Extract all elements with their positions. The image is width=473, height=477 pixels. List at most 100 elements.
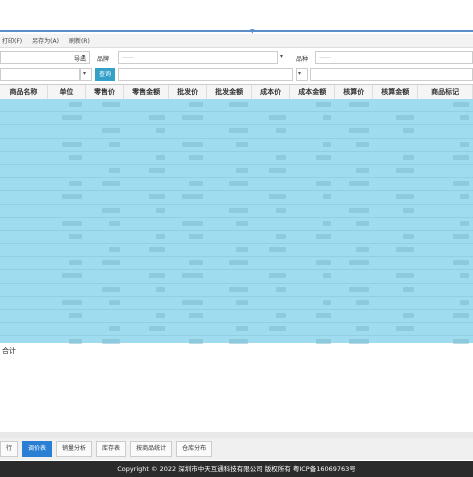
blurred-cell	[460, 273, 469, 279]
table-row[interactable]	[0, 165, 473, 179]
blurred-cell	[189, 313, 203, 318]
col-header[interactable]: 商品标记	[418, 85, 473, 99]
blurred-cell	[62, 220, 82, 226]
table-body	[0, 99, 473, 363]
chevron-down-icon-2[interactable]: ▾	[83, 70, 86, 77]
table-row[interactable]	[0, 284, 473, 297]
table-row[interactable]	[0, 139, 473, 152]
blurred-cell	[403, 154, 414, 160]
tab-warehouse[interactable]: 仓库分布	[176, 441, 213, 457]
blurred-cell	[229, 260, 248, 266]
blurred-cell	[323, 141, 331, 147]
table-row[interactable]	[0, 99, 473, 113]
total-row: 合计	[0, 344, 473, 359]
col-header[interactable]: 单位	[48, 85, 86, 99]
brand-input[interactable]: ——	[118, 51, 278, 64]
blurred-cell	[349, 128, 369, 134]
tab-sales[interactable]: 销量分析	[56, 441, 93, 457]
origin-label: 品种	[296, 56, 309, 63]
table-row[interactable]	[0, 257, 473, 271]
blurred-cell	[323, 220, 331, 226]
chevron-down-icon-3[interactable]: ▾	[298, 70, 301, 77]
origin-input[interactable]: ——	[315, 51, 473, 64]
blurred-cell	[189, 154, 203, 160]
table-row[interactable]	[0, 244, 473, 258]
tab-price-adjust[interactable]: 调价表	[22, 441, 53, 457]
blurred-cell	[349, 102, 369, 107]
blurred-cell	[182, 299, 203, 305]
save-as-button[interactable]: 另存为(A)	[32, 36, 59, 45]
tab-stock[interactable]: 库存表	[96, 441, 127, 457]
table-row[interactable]	[0, 205, 473, 218]
blurred-cell	[349, 260, 369, 266]
blurred-cell	[109, 220, 120, 226]
blurred-cell	[149, 326, 165, 332]
blurred-cell	[396, 326, 414, 332]
table-row[interactable]	[0, 323, 473, 337]
blurred-cell	[453, 233, 469, 239]
brand-dropdown-icon[interactable]: ▾	[280, 53, 283, 60]
blurred-cell	[269, 115, 286, 121]
blurred-cell	[349, 286, 369, 292]
blurred-cell	[396, 247, 414, 253]
blurred-cell	[276, 154, 286, 160]
table-row[interactable]	[0, 270, 473, 284]
blurred-cell	[69, 260, 82, 266]
tab-0[interactable]: 行	[0, 441, 19, 457]
table-row[interactable]	[0, 297, 473, 310]
table-row[interactable]	[0, 112, 473, 126]
blurred-cell	[156, 286, 165, 292]
filter-input-2[interactable]	[0, 68, 80, 81]
blurred-cell	[323, 299, 331, 305]
filter-input-3[interactable]	[118, 68, 293, 81]
blurred-cell	[182, 194, 203, 200]
filter-row-2: ▾ ▾	[0, 67, 473, 83]
table-row[interactable]	[0, 310, 473, 324]
blurred-cell	[453, 313, 469, 318]
refresh-button[interactable]: 刷新(R)	[69, 36, 90, 45]
col-header[interactable]: 核算金额	[373, 85, 419, 99]
blurred-cell	[403, 207, 414, 213]
col-header[interactable]: 商品名称	[0, 85, 48, 99]
filter-input-4[interactable]	[310, 68, 473, 81]
blurred-cell	[276, 233, 286, 239]
print-button[interactable]: 打印(F)	[2, 36, 22, 45]
col-header[interactable]: 批发金额	[207, 85, 253, 99]
blurred-cell	[403, 286, 414, 292]
col-header[interactable]: 零售价	[86, 85, 125, 99]
blurred-cell	[269, 247, 286, 253]
blurred-cell	[189, 233, 203, 239]
col-header[interactable]: 批发价	[169, 85, 208, 99]
blurred-cell	[236, 220, 248, 226]
table-row[interactable]	[0, 178, 473, 192]
blurred-cell	[236, 299, 248, 305]
query-button[interactable]: 查询	[95, 68, 115, 81]
table-row[interactable]	[0, 152, 473, 165]
blurred-cell	[269, 273, 286, 279]
blurred-cell	[269, 194, 286, 200]
total-label: 合计	[2, 347, 16, 355]
blurred-cell	[323, 273, 331, 279]
blurred-cell	[396, 194, 414, 200]
blurred-cell	[109, 247, 120, 253]
blurred-cell	[316, 233, 331, 239]
col-header[interactable]: 成本金额	[290, 85, 336, 99]
blurred-cell	[62, 194, 82, 200]
blurred-cell	[323, 115, 331, 121]
toolbar: 打印(F) 另存为(A) 刷新(R)	[0, 34, 473, 48]
col-header[interactable]: 核算价	[335, 85, 374, 99]
blurred-cell	[109, 141, 120, 147]
blurred-cell	[109, 299, 120, 305]
table-row[interactable]	[0, 218, 473, 231]
tab-by-product[interactable]: 按商品统计	[130, 441, 173, 457]
blurred-cell	[229, 207, 248, 213]
col-header[interactable]: 成本价	[252, 85, 291, 99]
blurred-cell	[269, 167, 286, 173]
blurred-cell	[102, 181, 120, 187]
col-header[interactable]: 零售金额	[124, 85, 170, 99]
table-row[interactable]	[0, 231, 473, 245]
table-row[interactable]	[0, 191, 473, 205]
table-row[interactable]	[0, 125, 473, 139]
bottom-tabs: 行 调价表 销量分析 库存表 按商品统计 仓库分布	[0, 438, 473, 460]
blurred-cell	[356, 167, 369, 173]
